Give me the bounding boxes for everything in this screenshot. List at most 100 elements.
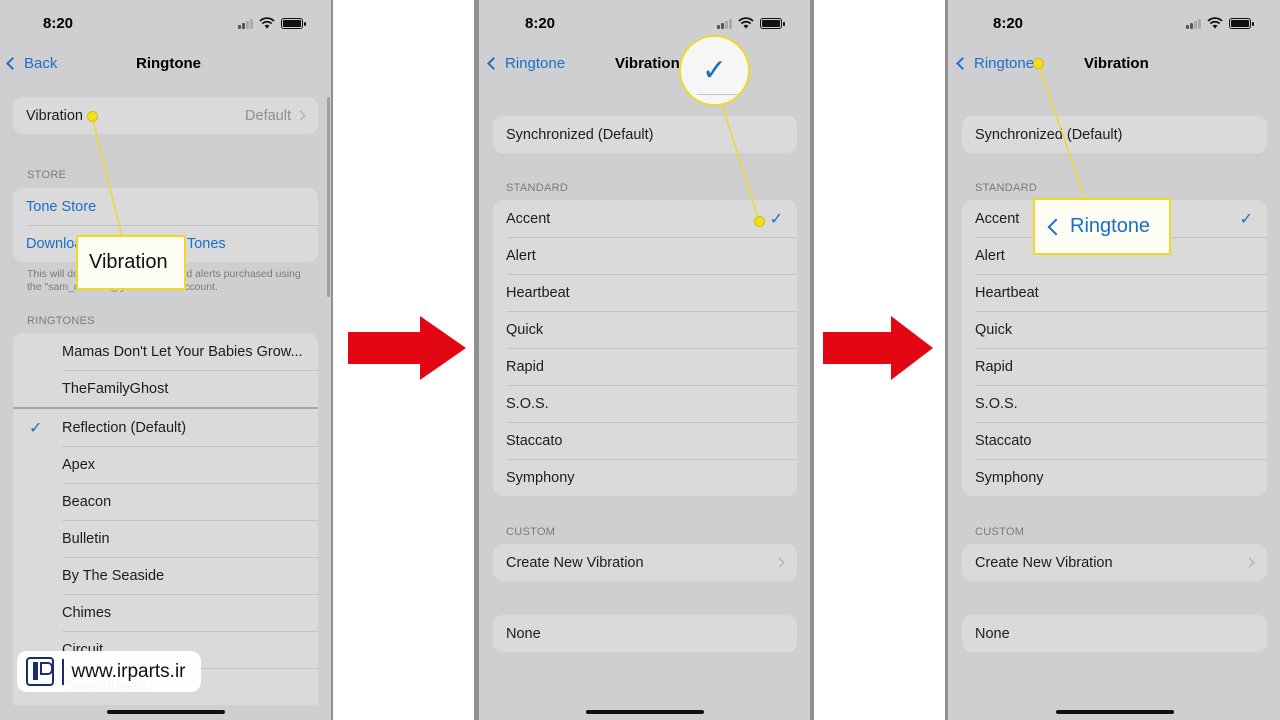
vibration-option[interactable]: Rapid bbox=[493, 348, 797, 385]
vibration-option-selected[interactable]: Accent ✓ bbox=[493, 200, 797, 237]
ringtone-item[interactable]: Mamas Don't Let Your Babies Grow... bbox=[13, 333, 318, 370]
vibration-label: Vibration bbox=[26, 107, 83, 124]
vibration-option[interactable]: Symphony bbox=[962, 459, 1267, 496]
chevron-left-icon bbox=[487, 57, 500, 70]
vibration-option[interactable]: Quick bbox=[493, 311, 797, 348]
tone-item[interactable]: By The Seaside bbox=[13, 557, 318, 594]
back-button[interactable]: Ringtone bbox=[956, 55, 1034, 72]
highlight-dot bbox=[87, 111, 98, 122]
battery-icon bbox=[1229, 18, 1254, 29]
tone-item[interactable]: Bulletin bbox=[13, 520, 318, 557]
create-new-label: Create New Vibration bbox=[506, 554, 644, 571]
watermark-text: www.irparts.ir bbox=[71, 660, 186, 682]
chevron-right-icon bbox=[1244, 557, 1255, 568]
synchronized-group: Synchronized (Default) bbox=[962, 116, 1267, 153]
vibration-row[interactable]: Vibration Default bbox=[13, 97, 318, 134]
ringtone-back-callout: Ringtone bbox=[1033, 198, 1171, 255]
tone-label: By The Seaside bbox=[62, 567, 165, 584]
status-time: 8:20 bbox=[993, 15, 1024, 32]
vibration-callout: Vibration bbox=[76, 235, 186, 290]
option-label: Accent bbox=[506, 210, 551, 227]
chevron-left-icon bbox=[1047, 218, 1065, 235]
status-icons bbox=[238, 17, 306, 29]
irparts-logo bbox=[26, 657, 54, 686]
vibration-option[interactable]: Quick bbox=[962, 311, 1267, 348]
checkmark-magnifier: ✓ bbox=[679, 35, 750, 106]
vibration-option[interactable]: Alert bbox=[493, 237, 797, 274]
tone-item[interactable]: Beacon bbox=[13, 483, 318, 520]
home-indicator[interactable] bbox=[107, 710, 225, 714]
back-label: Ringtone bbox=[505, 55, 566, 72]
standard-header: STANDARD bbox=[975, 182, 1038, 194]
synchronized-row[interactable]: Synchronized (Default) bbox=[493, 116, 797, 153]
vibration-option[interactable]: Rapid bbox=[962, 348, 1267, 385]
store-header: STORE bbox=[27, 169, 67, 181]
highlight-dot bbox=[754, 216, 765, 227]
standard-group: Accent ✓ Alert Heartbeat Quick Rapid S.O.… bbox=[493, 200, 797, 496]
back-button[interactable]: Back bbox=[6, 55, 57, 72]
right-arrow-icon bbox=[823, 316, 933, 380]
synchronized-row[interactable]: Synchronized (Default) bbox=[962, 116, 1267, 153]
vibration-option[interactable]: S.O.S. bbox=[493, 385, 797, 422]
tone-store-label: Tone Store bbox=[26, 198, 97, 215]
home-indicator[interactable] bbox=[1056, 710, 1174, 714]
none-row[interactable]: None bbox=[493, 615, 797, 652]
battery-icon bbox=[760, 18, 785, 29]
screen-ringtone: 8:20 Back Ringtone Vibration Default STO… bbox=[0, 0, 333, 720]
right-arrow-icon bbox=[348, 316, 466, 380]
scroll-indicator[interactable] bbox=[327, 97, 330, 297]
none-row[interactable]: None bbox=[962, 615, 1267, 652]
custom-header: CUSTOM bbox=[506, 526, 556, 538]
vibration-option[interactable]: Heartbeat bbox=[962, 274, 1267, 311]
wifi-icon bbox=[1207, 17, 1223, 29]
option-label: Staccato bbox=[975, 432, 1032, 449]
checkmark-icon: ✓ bbox=[701, 54, 728, 87]
status-time: 8:20 bbox=[43, 15, 74, 32]
option-label: Symphony bbox=[506, 469, 575, 486]
cellular-signal-icon bbox=[717, 19, 732, 29]
none-label: None bbox=[975, 625, 1010, 642]
vibration-option[interactable]: Staccato bbox=[493, 422, 797, 459]
tone-item[interactable]: Apex bbox=[13, 446, 318, 483]
highlight-dot bbox=[1033, 58, 1044, 69]
tone-item[interactable]: Chimes bbox=[13, 594, 318, 631]
ringtone-item[interactable]: TheFamilyGhost bbox=[13, 370, 318, 407]
vibration-option[interactable]: Heartbeat bbox=[493, 274, 797, 311]
none-group: None bbox=[962, 615, 1267, 652]
screen-vibration-back: 8:20 Ringtone Vibration Synchronized (De… bbox=[945, 0, 1280, 720]
checkmark-icon: ✓ bbox=[769, 210, 783, 228]
option-label: Rapid bbox=[975, 358, 1013, 375]
vibration-option[interactable]: S.O.S. bbox=[962, 385, 1267, 422]
chevron-right-icon bbox=[295, 110, 306, 121]
option-label: Heartbeat bbox=[506, 284, 570, 301]
wifi-icon bbox=[259, 17, 275, 29]
vibration-group: Vibration Default bbox=[13, 97, 318, 134]
home-indicator[interactable] bbox=[586, 710, 704, 714]
option-label: Symphony bbox=[975, 469, 1044, 486]
back-button[interactable]: Ringtone bbox=[487, 55, 566, 72]
status-time: 8:20 bbox=[525, 15, 556, 32]
none-group: None bbox=[493, 615, 797, 652]
ringtone-callout-label: Ringtone bbox=[1070, 215, 1151, 237]
page-title: Vibration bbox=[1084, 55, 1149, 72]
screen-vibration: 8:20 Ringtone Vibration Synchronized (De… bbox=[474, 0, 814, 720]
option-label: S.O.S. bbox=[975, 395, 1018, 412]
checkmark-icon: ✓ bbox=[29, 419, 43, 437]
tone-item-selected[interactable]: ✓ Reflection (Default) bbox=[13, 409, 318, 446]
create-new-vibration-row[interactable]: Create New Vibration bbox=[493, 544, 797, 581]
custom-group: Create New Vibration bbox=[493, 544, 797, 581]
tone-store-link[interactable]: Tone Store bbox=[13, 188, 318, 225]
chevron-left-icon bbox=[6, 57, 19, 70]
synchronized-group: Synchronized (Default) bbox=[493, 116, 797, 153]
chevron-left-icon bbox=[956, 57, 969, 70]
create-new-vibration-row[interactable]: Create New Vibration bbox=[962, 544, 1267, 581]
checkmark-icon: ✓ bbox=[1239, 210, 1253, 228]
vibration-option[interactable]: Symphony bbox=[493, 459, 797, 496]
page-title: Vibration bbox=[615, 55, 680, 72]
watermark-divider bbox=[62, 658, 64, 685]
magnified-separator bbox=[697, 94, 748, 95]
create-new-label: Create New Vibration bbox=[975, 554, 1113, 571]
option-label: S.O.S. bbox=[506, 395, 549, 412]
option-label: Quick bbox=[975, 321, 1013, 338]
vibration-option[interactable]: Staccato bbox=[962, 422, 1267, 459]
